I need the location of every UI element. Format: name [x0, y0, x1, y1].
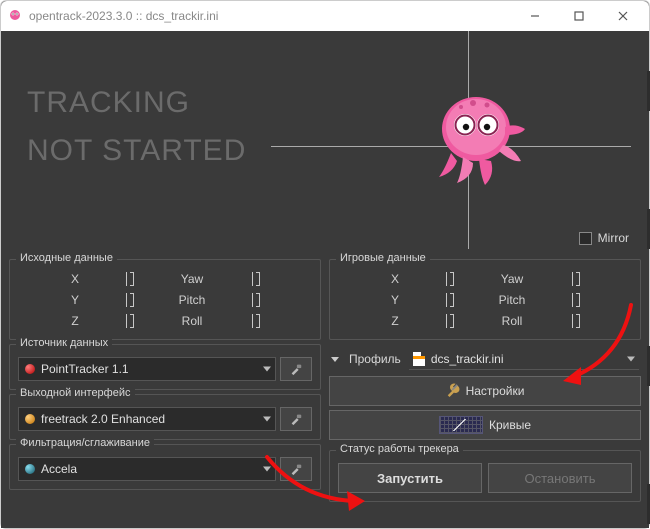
source-value: PointTracker 1.1	[41, 362, 129, 376]
raw-roll-label: Roll	[165, 314, 219, 331]
octopus-app-icon	[7, 8, 23, 24]
filter-value: Accela	[41, 462, 77, 476]
status-group: Статус работы трекера Запустить Останови…	[329, 450, 641, 502]
source-legend: Источник данных	[16, 337, 112, 349]
titlebar: opentrack-2023.3.0 :: dcs_trackir.ini	[1, 1, 649, 31]
file-icon	[413, 352, 425, 366]
mirror-row: Mirror	[579, 231, 629, 245]
start-label: Запустить	[377, 471, 443, 486]
chevron-down-icon	[263, 367, 271, 372]
status-legend: Статус работы трекера	[336, 443, 463, 455]
output-select[interactable]: freetrack 2.0 Enhanced	[18, 407, 276, 431]
raw-yaw-label: Yaw	[165, 272, 219, 289]
profile-row: Профиль dcs_trackir.ini	[331, 348, 639, 370]
raw-data-legend: Исходные данные	[16, 252, 117, 264]
raw-y-label: Y	[57, 293, 93, 310]
maximize-button[interactable]	[559, 3, 599, 29]
settings-label: Настройки	[466, 384, 525, 398]
filter-legend: Фильтрация/сглаживание	[16, 437, 154, 449]
close-button[interactable]	[603, 3, 643, 29]
game-z-label: Z	[377, 314, 413, 331]
filter-group: Фильтрация/сглаживание Accela	[9, 444, 321, 490]
game-pitch-label: Pitch	[485, 293, 539, 310]
game-data-legend: Игровые данные	[336, 252, 430, 264]
raw-x-value	[111, 272, 147, 289]
output-dot-icon	[25, 414, 35, 424]
content-area: TRACKING NOT STARTED	[1, 31, 649, 528]
profile-label: Профиль	[349, 352, 401, 366]
source-settings-button[interactable]	[280, 357, 312, 381]
stop-label: Остановить	[525, 471, 596, 486]
curves-icon	[439, 416, 483, 434]
game-roll-value	[557, 314, 593, 331]
minimize-button[interactable]	[515, 3, 555, 29]
game-z-value	[431, 314, 467, 331]
source-select[interactable]: PointTracker 1.1	[18, 357, 276, 381]
window-title: opentrack-2023.3.0 :: dcs_trackir.ini	[29, 9, 515, 23]
chevron-down-icon	[627, 356, 635, 361]
settings-button[interactable]: Настройки	[329, 376, 641, 406]
game-pitch-value	[557, 293, 593, 310]
stop-button[interactable]: Остановить	[488, 463, 632, 493]
filter-select[interactable]: Accela	[18, 457, 276, 481]
game-data-group: Игровые данные X Yaw Y Pitch Z Roll	[329, 259, 641, 340]
game-x-label: X	[377, 272, 413, 289]
right-column: Игровые данные X Yaw Y Pitch Z Roll	[329, 259, 641, 522]
tracking-status-line2: NOT STARTED	[27, 127, 246, 175]
game-y-label: Y	[377, 293, 413, 310]
curves-label: Кривые	[489, 418, 531, 432]
tracking-status-text: TRACKING NOT STARTED	[27, 79, 246, 175]
preview-pane: TRACKING NOT STARTED	[1, 31, 649, 251]
chevron-down-icon	[263, 467, 271, 472]
profile-collapse-icon[interactable]	[331, 357, 339, 362]
filter-dot-icon	[25, 464, 35, 474]
game-roll-label: Roll	[485, 314, 539, 331]
raw-data-group: Исходные данные X Yaw Y Pitch Z Roll	[9, 259, 321, 340]
raw-yaw-value	[237, 272, 273, 289]
output-value: freetrack 2.0 Enhanced	[41, 412, 165, 426]
mirror-label: Mirror	[598, 231, 629, 245]
app-window: opentrack-2023.3.0 :: dcs_trackir.ini TR…	[0, 0, 650, 529]
output-settings-button[interactable]	[280, 407, 312, 431]
raw-z-label: Z	[57, 314, 93, 331]
raw-roll-value	[237, 314, 273, 331]
raw-z-value	[111, 314, 147, 331]
source-group: Источник данных PointTracker 1.1	[9, 344, 321, 390]
raw-pitch-value	[237, 293, 273, 310]
wrench-icon	[446, 383, 460, 400]
curves-button[interactable]: Кривые	[329, 410, 641, 440]
output-group: Выходной интерфейс freetrack 2.0 Enhance…	[9, 394, 321, 440]
start-button[interactable]: Запустить	[338, 463, 482, 493]
profile-select[interactable]: dcs_trackir.ini	[409, 348, 639, 370]
profile-value: dcs_trackir.ini	[431, 352, 504, 366]
game-y-value	[431, 293, 467, 310]
game-yaw-label: Yaw	[485, 272, 539, 289]
tracking-status-line1: TRACKING	[27, 79, 246, 127]
chevron-down-icon	[263, 417, 271, 422]
raw-y-value	[111, 293, 147, 310]
octopus-mascot-icon	[421, 81, 531, 191]
game-x-value	[431, 272, 467, 289]
filter-settings-button[interactable]	[280, 457, 312, 481]
game-yaw-value	[557, 272, 593, 289]
raw-x-label: X	[57, 272, 93, 289]
tracker-dot-icon	[25, 364, 35, 374]
output-legend: Выходной интерфейс	[16, 387, 135, 399]
mirror-checkbox[interactable]	[579, 232, 592, 245]
left-column: Исходные данные X Yaw Y Pitch Z Roll	[9, 259, 321, 522]
raw-pitch-label: Pitch	[165, 293, 219, 310]
